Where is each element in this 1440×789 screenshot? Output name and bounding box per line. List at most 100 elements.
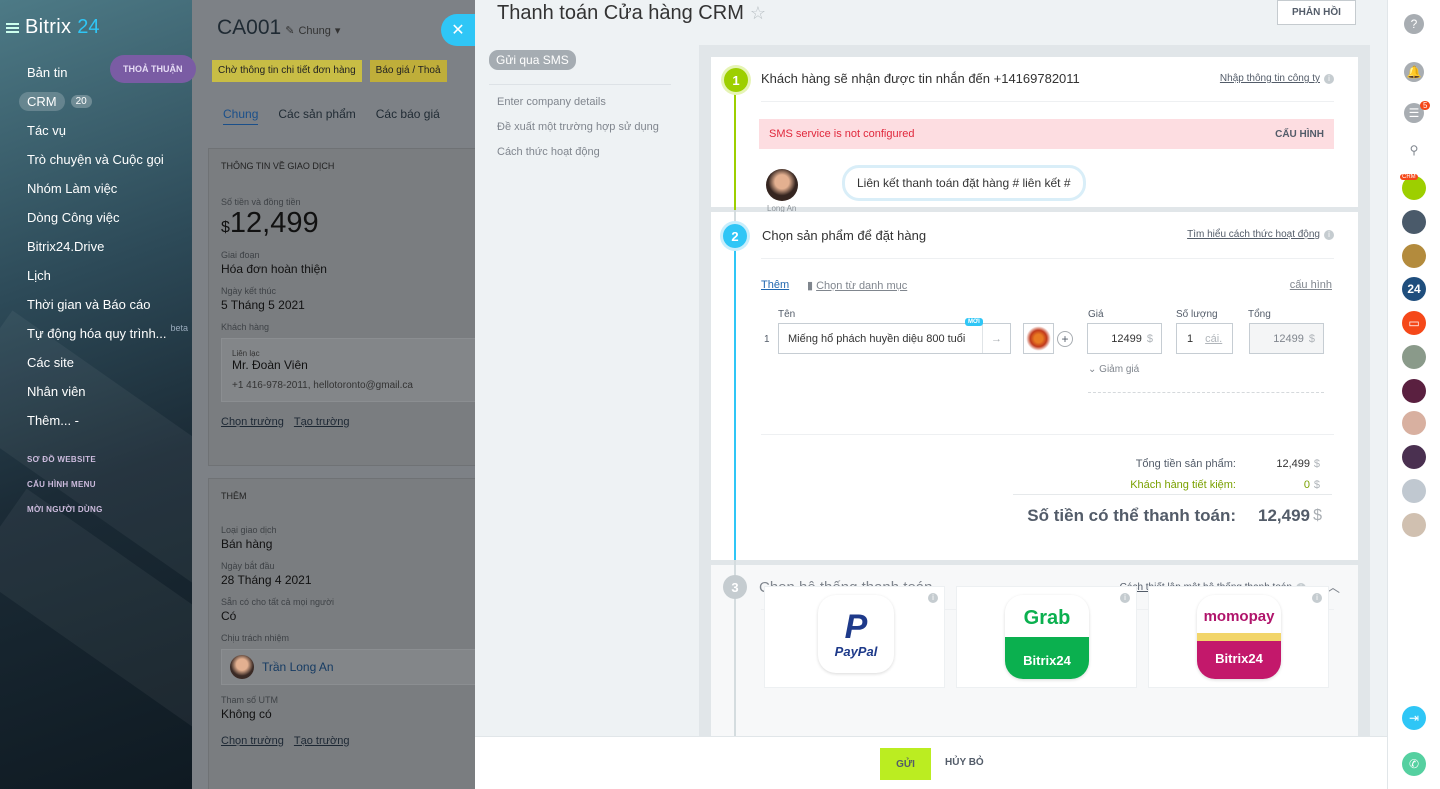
close-slider-button[interactable]: ✕ xyxy=(441,14,475,46)
how-it-works-link[interactable]: Tìm hiểu cách thức hoạt động i xyxy=(1187,229,1334,240)
user-avatar[interactable] xyxy=(1402,379,1426,403)
bell-icon[interactable]: 🔔 xyxy=(1404,62,1424,82)
configure-link[interactable]: cấu hình xyxy=(1290,279,1332,291)
menu-item-chat[interactable]: Trò chuyện và Cuộc gọi xyxy=(27,145,188,174)
menu-item-drive[interactable]: Bitrix24.Drive xyxy=(27,232,188,261)
responsible-person[interactable]: Trần Long An xyxy=(221,649,475,685)
user-avatar[interactable] xyxy=(1402,210,1426,234)
info-icon[interactable]: i xyxy=(928,593,938,603)
unit-select[interactable]: cái. xyxy=(1205,333,1222,345)
menu-configure[interactable]: CẤU HÌNH MENU xyxy=(27,472,188,497)
divider xyxy=(1013,494,1332,495)
menu-invite[interactable]: MỜI NGƯỜI DÙNG xyxy=(27,497,188,522)
stage-item[interactable]: Chờ thông tin chi tiết đơn hàng xyxy=(212,60,362,82)
chevron-down-icon[interactable]: ▾ xyxy=(335,25,341,37)
tab-quotes[interactable]: Các báo giá xyxy=(376,107,440,125)
paypal-tile[interactable]: i P PayPal xyxy=(764,586,945,688)
saved-label: Khách hàng tiết kiệm: xyxy=(1130,479,1236,491)
timeline-step1 xyxy=(734,85,736,210)
nav-how-it-works[interactable]: Cách thức hoạt động xyxy=(497,146,659,171)
select-field-link[interactable]: Chọn trường xyxy=(221,416,284,428)
menu-label: Thời gian và Báo cáo xyxy=(27,297,151,312)
create-field-link[interactable]: Tạo trường xyxy=(294,735,350,747)
deal-badge[interactable]: THOẢ THUẬN xyxy=(110,55,196,83)
menu-item-automation[interactable]: Tự động hóa quy trình... beta xyxy=(27,319,188,348)
subtotal-label: Tổng tiền sản phẩm: xyxy=(1135,458,1236,470)
col-name: Tên xyxy=(778,309,796,320)
stage-item[interactable]: Báo giá / Thoả xyxy=(369,60,447,82)
discount-toggle[interactable]: ⌄ Giảm giá xyxy=(1088,364,1139,375)
configure-button[interactable]: CẤU HÌNH xyxy=(1275,129,1324,140)
user-avatar[interactable] xyxy=(1402,411,1426,435)
info-icon[interactable]: i xyxy=(1324,230,1334,240)
menu-item-tasks[interactable]: Tác vụ xyxy=(27,116,188,145)
open-lines-icon[interactable]: ⇥ xyxy=(1402,706,1426,730)
contact-name[interactable]: Mr. Đoàn Viên xyxy=(232,358,475,372)
menu-item-workflows[interactable]: Dòng Công việc xyxy=(27,203,188,232)
cancel-button[interactable]: HỦY BỎ xyxy=(945,757,984,768)
phone-icon[interactable]: ✆ xyxy=(1402,752,1426,776)
select-field-link[interactable]: Chọn trường xyxy=(221,735,284,747)
left-sidebar: Bitrix 24 Bản tin CRM 20 Tác vụ Trò chuyệ… xyxy=(0,0,192,789)
bitrix24-avatar[interactable]: 24 xyxy=(1402,277,1426,301)
video-icon[interactable]: ▭ xyxy=(1402,311,1426,335)
sms-tab[interactable]: Gửi qua SMS xyxy=(489,50,576,70)
menu-label: Tác vụ xyxy=(27,123,67,138)
menu-item-sites[interactable]: Các site xyxy=(27,348,188,377)
price-input[interactable]: 12499 $ xyxy=(1087,323,1162,354)
bitrix-text: Bitrix24 xyxy=(1023,652,1071,668)
menu-item-calendar[interactable]: Lịch xyxy=(27,261,188,290)
tab-general[interactable]: Chung xyxy=(223,107,259,125)
create-field-link[interactable]: Tạo trường xyxy=(294,416,350,428)
user-avatar[interactable] xyxy=(1402,244,1426,268)
send-button[interactable]: GỬI xyxy=(880,748,931,780)
menu-item-groups[interactable]: Nhóm Làm việc xyxy=(27,174,188,203)
step2-marker: 2 xyxy=(723,224,747,248)
menu-item-crm[interactable]: CRM 20 xyxy=(19,87,188,116)
menu-icon[interactable] xyxy=(6,22,19,33)
catalog-link[interactable]: ▮ Chọn từ danh mục xyxy=(807,279,907,292)
field-label: Ngày kết thúc xyxy=(221,286,277,296)
brand[interactable]: Bitrix 24 xyxy=(6,16,100,39)
nav-suggest-usecase[interactable]: Đề xuất một trường hợp sử dụng xyxy=(497,121,659,146)
pencil-icon[interactable]: ✎ xyxy=(285,25,294,37)
product-image[interactable] xyxy=(1023,323,1054,354)
user-avatar[interactable] xyxy=(1402,513,1426,537)
search-icon[interactable]: ⚲ xyxy=(1404,140,1424,160)
slider-title-text: Thanh toán Cửa hàng CRM xyxy=(497,2,744,24)
user-avatar[interactable] xyxy=(1402,479,1426,503)
menu-sitemap[interactable]: SƠ ĐỒ WEBSITE xyxy=(27,447,188,472)
info-icon[interactable]: i xyxy=(1120,593,1130,603)
nav-company-details[interactable]: Enter company details xyxy=(497,96,659,121)
add-image-icon[interactable]: + xyxy=(1057,331,1073,347)
menu-item-time-reports[interactable]: Thời gian và Báo cáo xyxy=(27,290,188,319)
paypal-text: PayPal xyxy=(834,643,878,659)
help-icon[interactable]: ? xyxy=(1404,14,1424,34)
menu-label: Các site xyxy=(27,355,74,370)
tab-products[interactable]: Các sản phẩm xyxy=(278,107,355,125)
avatar xyxy=(230,655,254,679)
momo-tile[interactable]: i momopay Bitrix24 xyxy=(1148,586,1329,688)
timeline-step2 xyxy=(734,240,736,560)
add-product-link[interactable]: Thêm xyxy=(761,279,789,291)
arrow-right-icon[interactable]: → xyxy=(982,324,1010,353)
divider xyxy=(761,101,1334,102)
contact-card[interactable]: Liên lạc Mr. Đoàn Viên +1 416-978-2011, … xyxy=(221,338,475,402)
total-field: 12499 $ xyxy=(1249,323,1324,354)
info-icon[interactable]: i xyxy=(1324,74,1334,84)
message-bubble[interactable]: Liên kết thanh toán đặt hàng # liên kết … xyxy=(842,165,1086,201)
feedback-button[interactable]: PHẢN HỒI xyxy=(1277,0,1356,25)
deal-category[interactable]: Chung xyxy=(298,25,330,37)
company-info-link[interactable]: Nhập thông tin công ty i xyxy=(1220,73,1334,84)
star-icon[interactable]: ☆ xyxy=(750,3,766,24)
menu-item-employees[interactable]: Nhân viên xyxy=(27,377,188,406)
info-icon[interactable]: i xyxy=(1312,593,1322,603)
product-name-input[interactable]: Miếng hổ phách huyền diệu 800 tuổi → xyxy=(778,323,1011,354)
quantity-input[interactable]: 1 cái. xyxy=(1176,323,1233,354)
responsible-name[interactable]: Trần Long An xyxy=(262,660,334,674)
grab-tile[interactable]: i Grab Bitrix24 xyxy=(956,586,1137,688)
menu-item-more[interactable]: Thêm... - xyxy=(27,406,188,435)
user-avatar[interactable] xyxy=(1402,445,1426,469)
user-avatar[interactable] xyxy=(1402,345,1426,369)
row-number: 1 xyxy=(764,334,770,345)
